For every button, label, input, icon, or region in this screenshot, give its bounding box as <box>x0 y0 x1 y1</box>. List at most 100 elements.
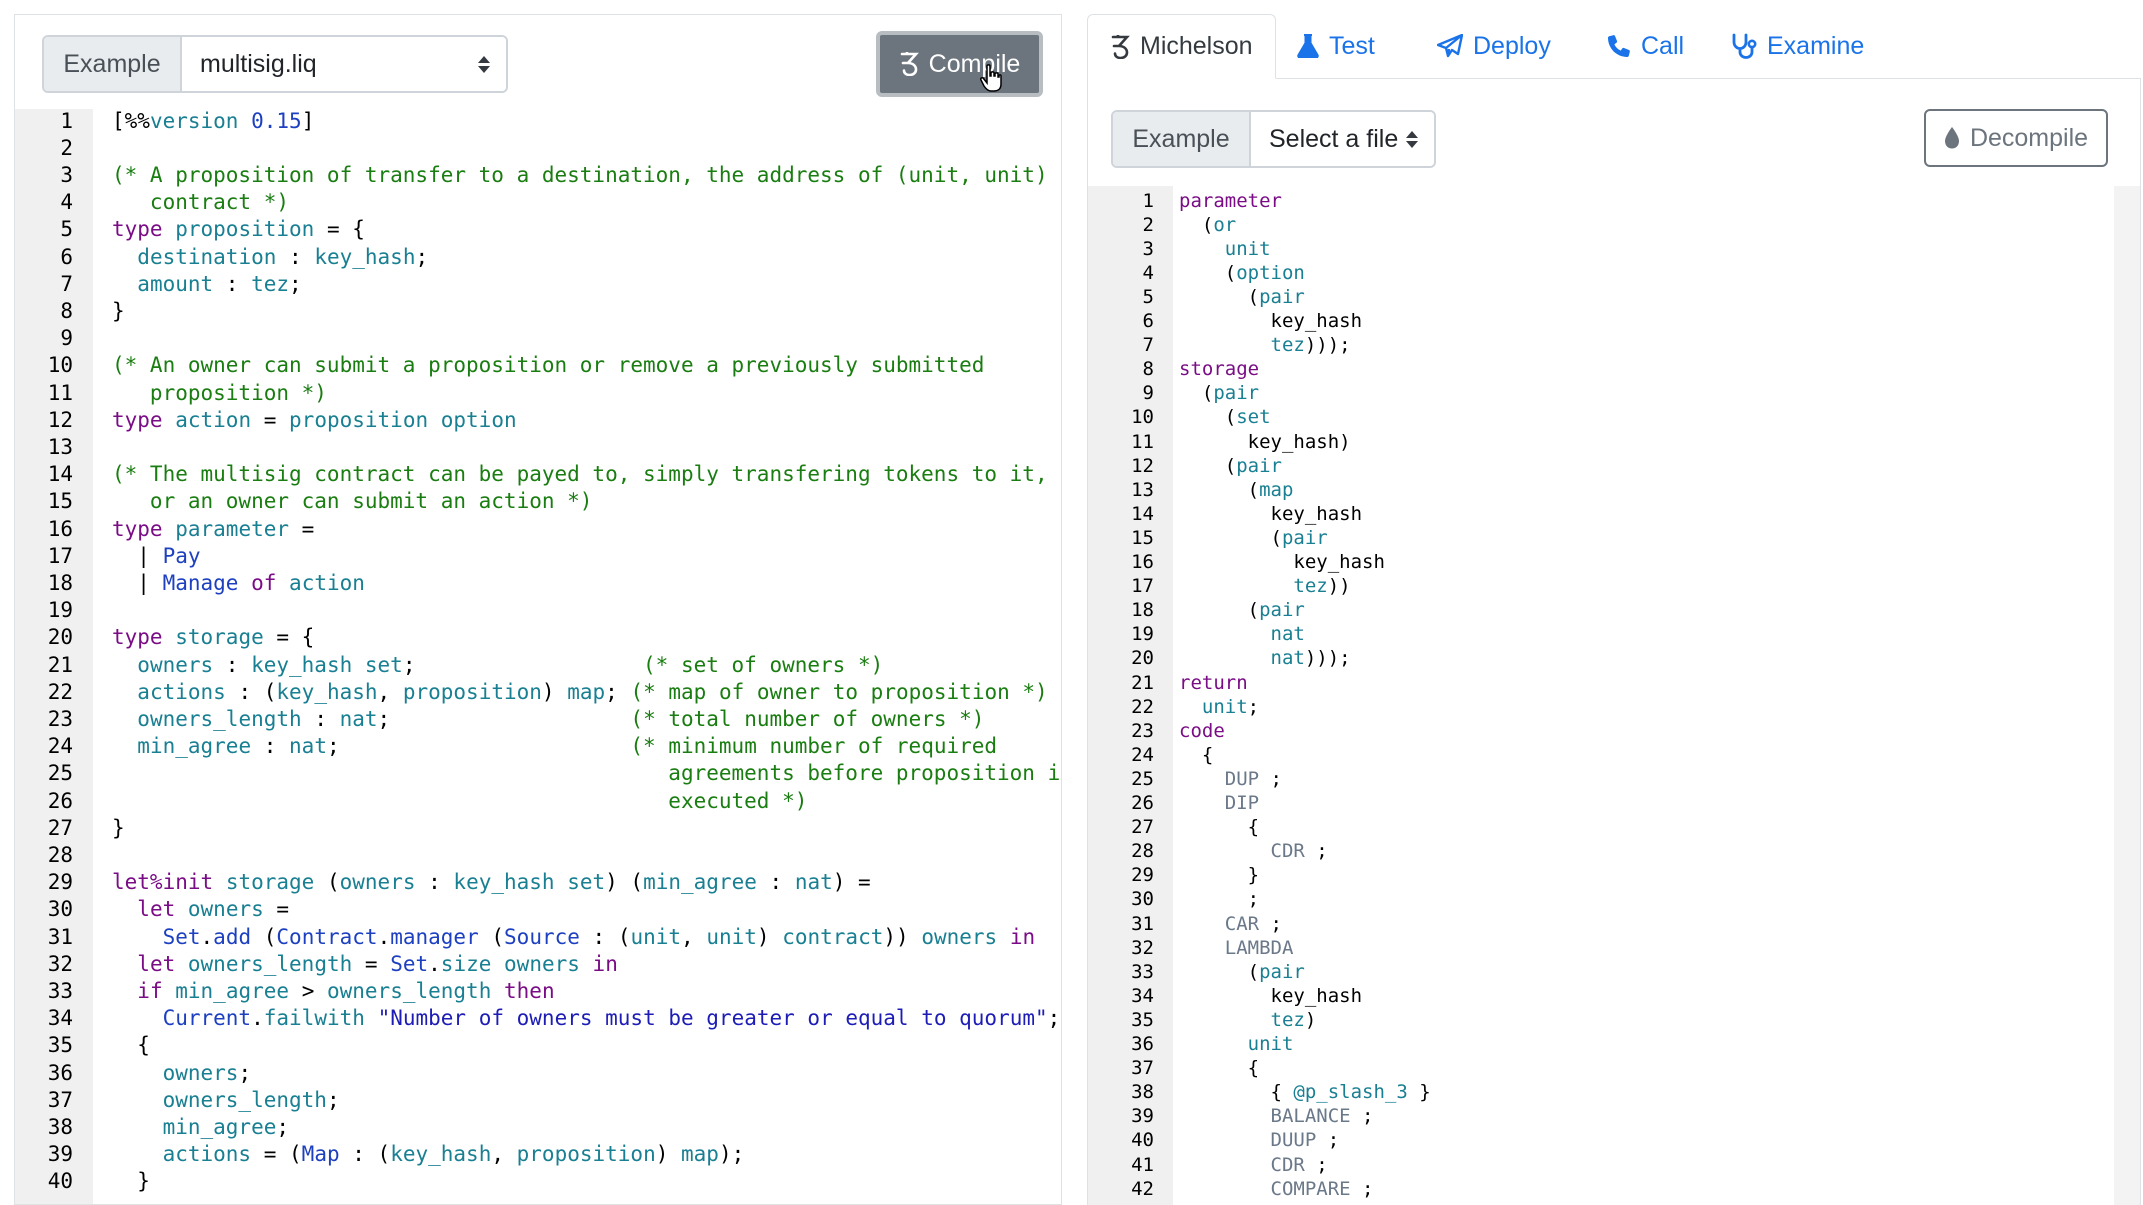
code-token: ; <box>1179 888 1260 911</box>
code-line: key_hash <box>1173 309 2114 333</box>
hand-cursor-icon <box>980 64 1002 92</box>
code-line: unit <box>1173 237 2114 261</box>
code-area[interactable]: parameter (or unit (option (pair key_has… <box>1173 186 2114 1205</box>
code-token: @p_slash_3 <box>1293 1081 1408 1104</box>
tab-deploy[interactable]: Deploy <box>1415 14 1573 78</box>
example-file-select[interactable]: Example multisig.liq <box>42 35 508 93</box>
code-token: ) <box>541 679 568 704</box>
tab-test[interactable]: Test <box>1275 14 1397 78</box>
line-number: 16 <box>47 516 73 541</box>
compile-label: Compile <box>928 49 1021 78</box>
drop-icon <box>1944 127 1959 149</box>
liquidity-code-editor[interactable]: 1 2 3 4 5 6 7 8 9 10 11 12 13 14 15 16 17 18 19 20 21 22 23 24 2… <box>15 109 1061 1204</box>
code-token: destination <box>137 244 277 269</box>
tab-michelson[interactable]: Michelson <box>1087 14 1276 79</box>
code-line: (map <box>1173 478 2114 502</box>
code-token: version <box>149 109 239 133</box>
code-token: ( <box>1179 285 1260 308</box>
compile-button[interactable]: Compile <box>876 31 1043 97</box>
code-token: ; <box>1304 1153 1328 1176</box>
tab-examine[interactable]: Examine <box>1709 14 1886 78</box>
line-number: 36 <box>47 1060 73 1085</box>
code-line: (* An owner can submit a proposition or … <box>93 352 1061 379</box>
code-area[interactable]: [%%version 0.15] (* A proposition of tran… <box>93 109 1061 1204</box>
file-select[interactable]: multisig.liq <box>182 37 506 91</box>
code-token: | <box>112 570 163 595</box>
code-token: proposition <box>402 679 542 704</box>
line-number: 31 <box>47 924 73 949</box>
code-line: LAMBDA <box>1173 936 2114 960</box>
code-token: pair <box>1259 599 1305 622</box>
line-number: 7 <box>1142 334 1154 357</box>
code-line: if min_agree > owners_length then <box>93 978 1061 1005</box>
code-token: = <box>251 407 290 432</box>
code-line: ; <box>1173 887 2114 911</box>
code-line: actions : (key_hash, proposition) map; (… <box>93 679 1061 706</box>
code-token: ; <box>1259 912 1282 935</box>
code-line: { <box>1173 815 2114 839</box>
example-file-select[interactable]: Example Select a file <box>1111 110 1436 168</box>
selected-file: Select a file <box>1269 124 1399 153</box>
tab-michelson-label: Michelson <box>1140 32 1253 60</box>
code-token: : ( <box>579 924 631 949</box>
line-number: 6 <box>1142 310 1154 332</box>
line-number: 23 <box>1131 719 1154 742</box>
code-line: type proposition = { <box>93 216 1061 243</box>
code-token: action <box>289 570 365 595</box>
line-number: 4 <box>1142 261 1154 284</box>
decompile-button[interactable]: Decompile <box>1924 109 2108 167</box>
code-line: (or <box>1173 213 2114 237</box>
file-select[interactable]: Select a file <box>1251 112 1434 166</box>
stethoscope-icon <box>1732 33 1757 59</box>
code-line: Set.add (Contract.manager (Source : (uni… <box>93 924 1061 951</box>
line-number-gutter: 1 2 3 4 5 6 7 8 9 10 11 12 13 14 15 16 17 18 19 20 21 22 23 24 2… <box>15 109 93 1204</box>
code-token: owners_length <box>137 706 302 731</box>
code-token: then <box>504 978 555 1003</box>
code-line: storage <box>1173 357 2114 381</box>
code-line: key_hash <box>1173 984 2114 1008</box>
line-number: 40 <box>1131 1129 1154 1152</box>
code-line: nat <box>1173 622 2114 646</box>
code-token: ; <box>1259 767 1282 790</box>
code-token: ( <box>1179 213 1214 236</box>
tab-call[interactable]: Call <box>1585 14 1706 78</box>
code-token: ( <box>1179 478 1260 501</box>
line-number: 19 <box>1131 623 1154 646</box>
code-token: CDR <box>1270 1153 1305 1176</box>
michelson-code-editor[interactable]: 1 2 3 4 5 6 7 8 9 10 11 12 13 14 15 16 17 18 19 20 21 22 23 24 2… <box>1088 186 2140 1205</box>
code-token: ; <box>1350 1177 1374 1200</box>
code-line: proposition *) <box>93 380 1061 407</box>
code-line: } <box>93 815 1061 842</box>
code-token: contract *) <box>112 190 290 215</box>
code-line: tez))); <box>1173 333 2114 357</box>
code-token: tez <box>1293 575 1328 598</box>
code-token: type <box>112 407 163 432</box>
code-token: { <box>1179 743 1214 766</box>
code-token: unit <box>1201 695 1248 718</box>
example-label: Example <box>1113 112 1251 166</box>
code-token: proposition option <box>289 407 517 432</box>
code-line: parameter <box>1173 189 2114 213</box>
code-token: = ( <box>251 1142 302 1167</box>
selected-file: multisig.liq <box>200 49 317 78</box>
line-number: 33 <box>1131 960 1154 983</box>
code-token: : ( <box>339 1142 391 1167</box>
code-token: min_agree <box>137 734 252 759</box>
code-token: owners_length <box>187 951 353 976</box>
code-token: DUUP <box>1270 1129 1317 1152</box>
